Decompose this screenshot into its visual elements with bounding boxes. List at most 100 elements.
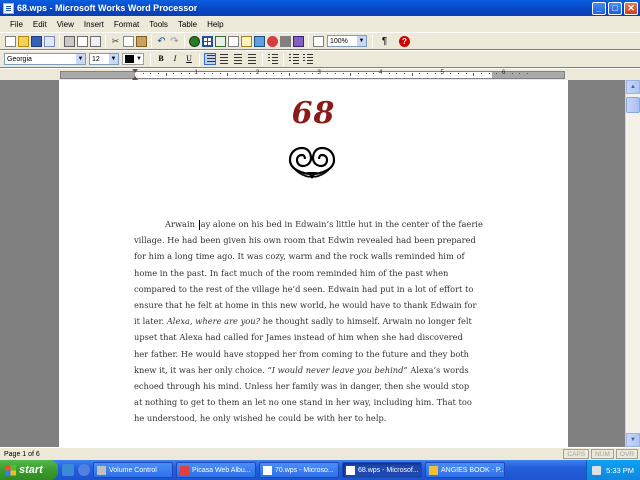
toolbar-separator	[283, 52, 284, 66]
vertical-scrollbar[interactable]: ▲ ▼	[625, 80, 640, 447]
taskbar-button[interactable]: 68.wps - Microsof...	[342, 462, 422, 478]
zoom-value: 100%	[330, 37, 348, 45]
insert-table-icon[interactable]	[202, 35, 213, 47]
font-size-select[interactable]: 12 ▼	[89, 53, 119, 65]
scrollbar-thumb[interactable]	[626, 97, 640, 113]
email-icon[interactable]	[44, 35, 55, 47]
ruler-tick	[419, 73, 421, 74]
chevron-down-icon[interactable]: ▼	[135, 56, 143, 62]
show-all-characters-button[interactable]: ¶	[379, 36, 390, 47]
paste-icon[interactable]	[136, 35, 147, 47]
menu-insert[interactable]: Insert	[84, 20, 104, 29]
horizontal-ruler[interactable]: 1 2 3 4 5 6	[0, 68, 640, 80]
justify-icon[interactable]	[246, 53, 258, 65]
ruler-tick	[288, 73, 290, 76]
print-icon[interactable]	[64, 35, 75, 47]
windows-logo-icon	[5, 464, 16, 476]
close-button[interactable]: ✕	[624, 1, 638, 15]
menu-edit[interactable]: Edit	[33, 20, 47, 29]
scroll-up-icon[interactable]: ▲	[626, 80, 640, 94]
menu-table[interactable]: Table	[178, 20, 197, 29]
underline-button[interactable]: U	[183, 53, 195, 65]
menu-format[interactable]: Format	[114, 20, 139, 29]
maximize-button[interactable]: □	[608, 1, 622, 15]
formatting-toolbar: Georgia ▼ 12 ▼ ▼ B I U	[0, 50, 640, 67]
taskbar-buttons: Volume Control Picasa Web Albu... 70.wps -…	[90, 462, 505, 478]
taskbar-button[interactable]: ANGIES BOOK - P...	[425, 462, 505, 478]
word-art-icon[interactable]	[267, 35, 278, 47]
window-title: 68.wps - Microsoft Works Word Processor	[17, 3, 198, 13]
start-button[interactable]: start	[0, 460, 58, 480]
taskbar-button[interactable]: 70.wps - Microso...	[259, 462, 339, 478]
document-page[interactable]: 68 Arwain ay alone on his bed in Edwain’…	[59, 80, 568, 447]
font-color-swatch	[125, 55, 134, 63]
quick-launch-browser-icon[interactable]	[62, 464, 74, 476]
open-folder-icon[interactable]	[18, 35, 29, 47]
copy-icon[interactable]	[123, 35, 134, 47]
insert-spreadsheet-icon[interactable]	[215, 35, 226, 47]
taskbar-button[interactable]: Volume Control	[93, 462, 173, 478]
chapter-number: 68	[291, 96, 336, 131]
undo-icon[interactable]: ↶	[156, 36, 167, 47]
scroll-down-icon[interactable]: ▼	[626, 433, 640, 447]
document-area[interactable]: 68 Arwain ay alone on his bed in Edwain’…	[0, 80, 625, 447]
print-preview-icon[interactable]	[77, 35, 88, 47]
chevron-down-icon[interactable]: ▼	[109, 54, 118, 64]
redo-icon[interactable]: ↷	[169, 36, 180, 47]
menu-help[interactable]: Help	[207, 20, 223, 29]
help-icon[interactable]: ?	[399, 35, 410, 47]
menu-view[interactable]: View	[57, 20, 74, 29]
italic-button[interactable]: I	[169, 53, 181, 65]
font-color-select[interactable]: ▼	[122, 53, 144, 65]
system-tray: 5:33 PM	[586, 460, 640, 480]
zoom-select[interactable]: 100% ▼	[327, 35, 367, 47]
text-line: at nothing to get to them an let no one …	[134, 394, 499, 410]
taskbar-button[interactable]: Picasa Web Albu...	[176, 462, 256, 478]
volume-icon[interactable]	[592, 465, 602, 475]
font-name-select[interactable]: Georgia ▼	[4, 53, 86, 65]
toolbar-separator	[372, 34, 373, 48]
works-document-icon[interactable]	[3, 2, 14, 14]
bold-button[interactable]: B	[155, 53, 167, 65]
insert-picture-icon[interactable]	[254, 35, 265, 47]
increase-indent-icon[interactable]	[302, 53, 314, 65]
ruler-tick	[357, 73, 359, 74]
ruler-number: 1	[194, 70, 198, 76]
save-icon[interactable]	[31, 35, 42, 47]
hyperlink-icon[interactable]	[189, 35, 200, 47]
ruler-tick	[250, 73, 252, 74]
align-left-icon[interactable]	[204, 53, 216, 65]
toolbar-separator	[262, 52, 263, 66]
decrease-indent-icon[interactable]	[288, 53, 300, 65]
menu-tools[interactable]: Tools	[149, 20, 168, 29]
ruler-tick	[327, 73, 329, 74]
ruler-tick	[527, 73, 529, 74]
clip-art-icon[interactable]	[241, 35, 252, 47]
ruler-tick	[211, 73, 213, 74]
quick-launch-media-icon[interactable]	[78, 464, 90, 476]
menu-file[interactable]: File	[10, 20, 23, 29]
text-run: Arwain	[165, 219, 198, 229]
cut-icon[interactable]: ✂	[110, 36, 121, 47]
bullets-icon[interactable]	[267, 53, 279, 65]
address-book-icon[interactable]	[293, 35, 304, 47]
new-document-icon[interactable]	[5, 35, 16, 47]
ruler-tick	[173, 73, 175, 74]
ruler-tick	[511, 73, 513, 74]
taskbar: start Volume Control Picasa Web Albu... 70…	[0, 460, 640, 480]
first-line-indent-marker[interactable]	[132, 69, 138, 73]
columns-icon[interactable]	[313, 35, 324, 47]
status-bar: Page 1 of 6 CAPS NUM OVR	[0, 447, 640, 460]
chevron-down-icon[interactable]: ▼	[76, 54, 85, 64]
align-right-icon[interactable]	[232, 53, 244, 65]
minimize-button[interactable]: _	[592, 1, 606, 15]
align-center-icon[interactable]	[218, 53, 230, 65]
toolbar-separator	[199, 52, 200, 66]
spell-check-icon[interactable]	[90, 35, 101, 47]
insert-chart-icon[interactable]	[228, 35, 239, 47]
document-body-text[interactable]: Arwain ay alone on his bed in Edwain’s l…	[134, 216, 499, 426]
chevron-down-icon[interactable]: ▼	[357, 36, 366, 46]
paint-icon[interactable]	[280, 35, 291, 47]
title-bar: 68.wps - Microsoft Works Word Processor …	[0, 0, 640, 16]
text-run: echoed through his mind. Unless her fami…	[134, 380, 470, 391]
